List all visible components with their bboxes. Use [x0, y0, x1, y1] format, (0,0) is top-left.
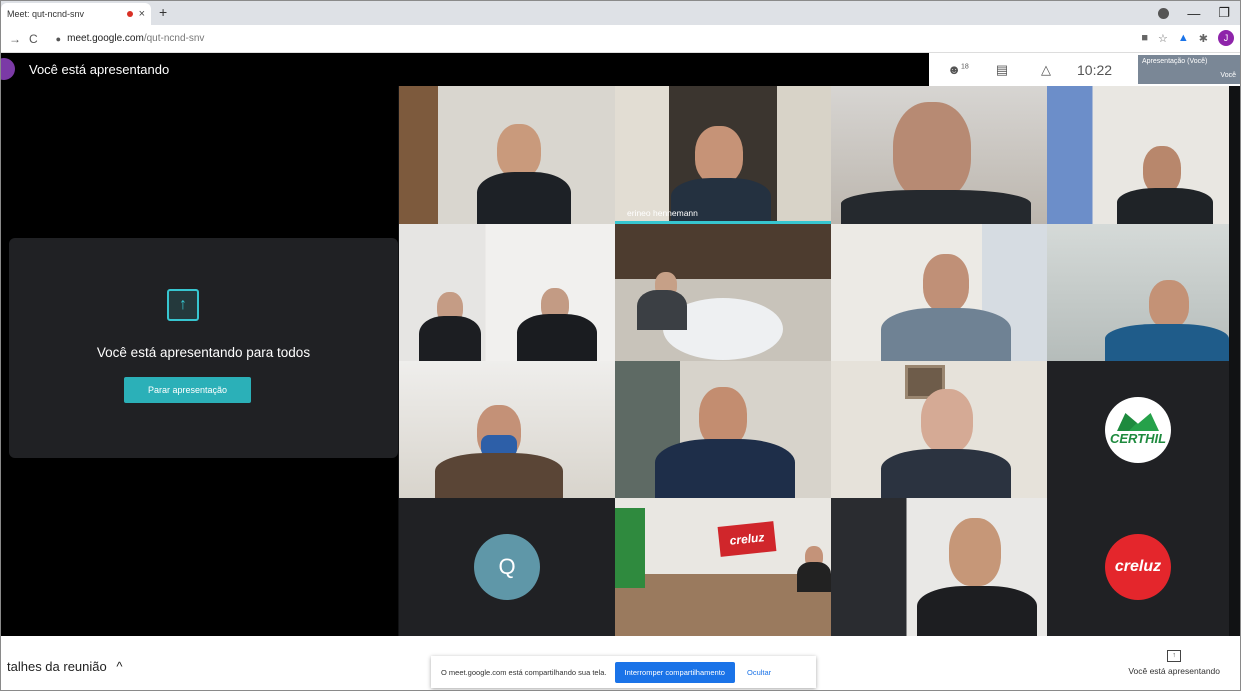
participant-tile[interactable]: erineo hennemann — [615, 86, 831, 224]
people-icon[interactable]: ☻18 — [943, 62, 973, 77]
window-controls: — ❐ — [1158, 5, 1230, 21]
address-bar: → C ● meet.google.com/qut-ncnd-snv ■ ☆ ▲… — [1, 25, 1240, 53]
participant-tile[interactable]: CERTHIL — [1047, 361, 1229, 498]
participant-name: erineo hennemann — [627, 208, 698, 218]
participant-tile[interactable] — [831, 498, 1047, 636]
participant-tile[interactable]: creluz — [615, 498, 831, 636]
presentation-panel: ↑ Você está apresentando para todos Para… — [1, 86, 398, 636]
camera-icon[interactable]: ■ — [1141, 32, 1148, 44]
meeting-details-button[interactable]: talhes da reunião ^ — [7, 659, 122, 674]
url-path: /qut-ncnd-snv — [143, 33, 205, 44]
participant-tile[interactable] — [831, 86, 1047, 224]
share-notice: O meet.google.com está compartilhando su… — [441, 667, 607, 677]
participant-tile[interactable]: creluz — [1047, 498, 1229, 636]
participant-grid: erineo hennemann CERTHIL Q creluz creluz — [399, 86, 1229, 636]
participant-tile[interactable] — [399, 361, 615, 498]
extensions-area: ■ ☆ ▲ ✱ J — [1141, 30, 1234, 46]
creluz-logo: creluz — [1105, 534, 1171, 600]
clock: 10:22 — [1077, 61, 1113, 78]
certhil-name: CERTHIL — [1109, 431, 1167, 446]
certhil-mark-icon — [1117, 413, 1159, 431]
meet-top-bar: Você está apresentando ☻18 ▤ △ 10:22 Apr… — [1, 53, 1240, 86]
participant-tile[interactable] — [615, 224, 831, 361]
reload-icon[interactable]: C — [29, 32, 38, 46]
present-screen-icon: ↑ — [1167, 650, 1182, 662]
puzzle-icon[interactable]: ✱ — [1199, 32, 1208, 45]
tab-close-button[interactable]: × — [139, 8, 145, 20]
participant-tile[interactable] — [831, 361, 1047, 498]
star-icon[interactable]: ☆ — [1158, 32, 1168, 45]
present-upload-icon: ↑ — [167, 289, 199, 321]
meeting-details-label: talhes da reunião — [7, 659, 107, 674]
profile-avatar[interactable]: J — [1218, 30, 1234, 46]
participant-tile[interactable] — [399, 224, 615, 361]
stop-sharing-button[interactable]: Interromper compartilhamento — [614, 661, 735, 683]
participant-tile[interactable]: Q — [399, 498, 615, 636]
participant-avatar: Q — [474, 534, 540, 600]
browser-tab[interactable]: Meet: qut-ncnd-snv × — [1, 3, 151, 25]
recording-dot-icon — [126, 11, 133, 17]
certhil-logo: CERTHIL — [1105, 396, 1171, 463]
url-host: meet.google.com — [67, 33, 144, 44]
screenshot-frame: Meet: qut-ncnd-snv × + — ❐ → C ● meet.go… — [0, 0, 1241, 691]
presenting-status-label: Você está apresentando — [1128, 666, 1220, 676]
minimize-button[interactable]: — — [1187, 6, 1200, 21]
meet-window: Você está apresentando ☻18 ▤ △ 10:22 Apr… — [1, 53, 1240, 636]
creluz-banner: creluz — [717, 521, 777, 557]
presenting-message: Você está apresentando para todos — [96, 345, 311, 360]
participant-tile[interactable] — [1047, 224, 1229, 361]
chevron-up-icon: ^ — [116, 659, 123, 674]
drive-icon[interactable]: ▲ — [1178, 32, 1189, 44]
account-avatar[interactable] — [1, 58, 15, 80]
people-count: 18 — [960, 63, 969, 71]
url-field[interactable]: meet.google.com/qut-ncnd-snv — [67, 33, 204, 44]
forward-arrow-icon[interactable]: → — [9, 32, 21, 46]
presenting-card: ↑ Você está apresentando para todos Para… — [9, 238, 398, 458]
chat-icon[interactable]: ▤ — [987, 62, 1017, 78]
participant-tile[interactable] — [615, 361, 831, 498]
hide-banner-button[interactable]: Ocultar — [747, 668, 771, 677]
maximize-button[interactable]: ❐ — [1218, 5, 1230, 21]
new-tab-button[interactable]: + — [159, 4, 167, 20]
tab-title: Meet: qut-ncnd-snv — [7, 9, 85, 19]
self-label: Apresentação (Você) — [1142, 58, 1208, 65]
activities-icon[interactable]: △ — [1031, 62, 1061, 78]
participant-tile[interactable] — [831, 224, 1047, 361]
browser-tab-bar: Meet: qut-ncnd-snv × + — ❐ — [1, 1, 1240, 25]
screen-share-banner: O meet.google.com está compartilhando su… — [431, 656, 816, 688]
self-sublabel: Você — [1220, 72, 1236, 79]
stop-presenting-button[interactable]: Parar apresentação — [124, 377, 251, 403]
self-presentation-thumbnail[interactable]: Apresentação (Você) Você — [1138, 55, 1240, 84]
meet-top-controls: ☻18 ▤ △ 10:22 Apresentação (Você) Você — [929, 53, 1240, 86]
meet-bottom-bar: talhes da reunião ^ O meet.google.com es… — [1, 636, 1240, 690]
participant-tile[interactable] — [399, 86, 615, 224]
participant-tile[interactable] — [1047, 86, 1229, 224]
presenting-status-button[interactable]: ↑ Você está apresentando — [1128, 650, 1220, 676]
lock-icon[interactable]: ● — [56, 34, 61, 44]
presenting-banner-title: Você está apresentando — [29, 62, 170, 77]
profile-dot-icon[interactable] — [1158, 7, 1170, 19]
